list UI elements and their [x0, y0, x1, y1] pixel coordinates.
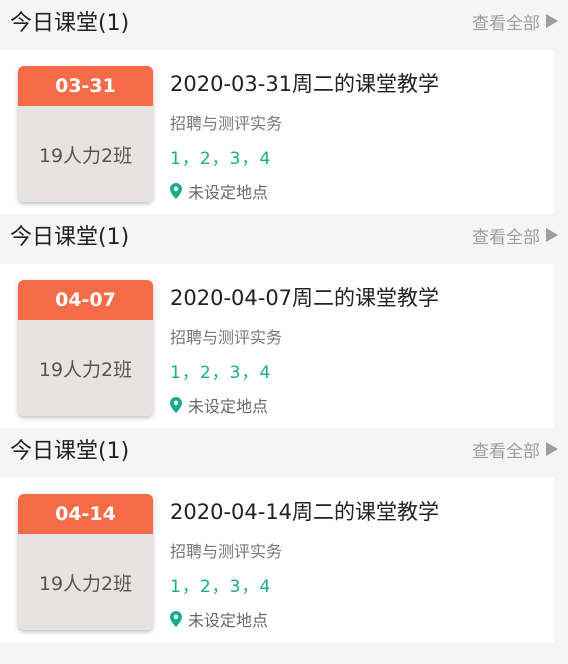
location-row: 未设定地点: [170, 393, 439, 417]
date-label: 04-14: [18, 494, 153, 534]
view-all-label: 查看全部: [472, 227, 540, 248]
play-arrow-icon: [546, 442, 558, 456]
lesson-title: 2020-04-14周二的课堂教学: [170, 500, 440, 524]
date-label: 03-31: [18, 66, 153, 106]
class-periods: 1，2，3，4: [170, 149, 272, 169]
lesson-info[interactable]: 2020-04-14周二的课堂教学 招聘与测评实务 1，2，3，4 未设定地点: [170, 494, 439, 631]
play-arrow-icon: [546, 14, 558, 28]
class-name: 19人力2班: [18, 534, 153, 630]
location-row: 未设定地点: [170, 607, 439, 631]
view-all-button[interactable]: 查看全部: [472, 223, 558, 248]
view-all-label: 查看全部: [472, 441, 540, 462]
map-pin-icon: [170, 183, 182, 199]
location-label: 未设定地点: [188, 397, 269, 416]
date-badge[interactable]: 04-14 19人力2班: [18, 494, 153, 630]
date-label: 04-07: [18, 280, 153, 320]
lesson-info[interactable]: 2020-03-31周二的课堂教学 招聘与测评实务 1，2，3，4 未设定地点: [170, 66, 439, 203]
lesson-card[interactable]: 03-31 19人力2班 2020-03-31周二的课堂教学 招聘与测评实务 1…: [0, 50, 554, 214]
lesson-card[interactable]: 04-07 19人力2班 2020-04-07周二的课堂教学 招聘与测评实务 1…: [0, 264, 554, 428]
classroom-section: 今日课堂(1) 查看全部 04-07 19人力2班 2020-04-07周二的课…: [0, 214, 568, 428]
location-row: 未设定地点: [170, 179, 439, 203]
lesson-card[interactable]: 04-14 19人力2班 2020-04-14周二的课堂教学 招聘与测评实务 1…: [0, 478, 554, 642]
course-name: 招聘与测评实务: [170, 328, 283, 347]
view-all-label: 查看全部: [472, 13, 540, 34]
date-badge[interactable]: 03-31 19人力2班: [18, 66, 153, 202]
section-header: 今日课堂(1) 查看全部: [0, 428, 568, 470]
section-title: 今日课堂(1): [10, 11, 130, 36]
section-title: 今日课堂(1): [10, 225, 130, 250]
classroom-section: 今日课堂(1) 查看全部 04-14 19人力2班 2020-04-14周二的课…: [0, 428, 568, 642]
view-all-button[interactable]: 查看全部: [472, 9, 558, 34]
map-pin-icon: [170, 611, 182, 627]
class-name: 19人力2班: [18, 320, 153, 416]
lesson-title: 2020-04-07周二的课堂教学: [170, 286, 440, 310]
lesson-title: 2020-03-31周二的课堂教学: [170, 72, 440, 96]
date-badge[interactable]: 04-07 19人力2班: [18, 280, 153, 416]
class-periods: 1，2，3，4: [170, 577, 272, 597]
course-name: 招聘与测评实务: [170, 542, 283, 561]
class-name: 19人力2班: [18, 106, 153, 202]
section-header: 今日课堂(1) 查看全部: [0, 0, 568, 42]
course-name: 招聘与测评实务: [170, 114, 283, 133]
lesson-info[interactable]: 2020-04-07周二的课堂教学 招聘与测评实务 1，2，3，4 未设定地点: [170, 280, 439, 417]
location-label: 未设定地点: [188, 183, 269, 202]
map-pin-icon: [170, 397, 182, 413]
section-header: 今日课堂(1) 查看全部: [0, 214, 568, 256]
classroom-section: 今日课堂(1) 查看全部 03-31 19人力2班 2020-03-31周二的课…: [0, 0, 568, 214]
class-periods: 1，2，3，4: [170, 363, 272, 383]
classroom-feed: 今日课堂(1) 查看全部 03-31 19人力2班 2020-03-31周二的课…: [0, 0, 568, 642]
section-title: 今日课堂(1): [10, 439, 130, 464]
play-arrow-icon: [546, 228, 558, 242]
view-all-button[interactable]: 查看全部: [472, 437, 558, 462]
location-label: 未设定地点: [188, 611, 269, 630]
